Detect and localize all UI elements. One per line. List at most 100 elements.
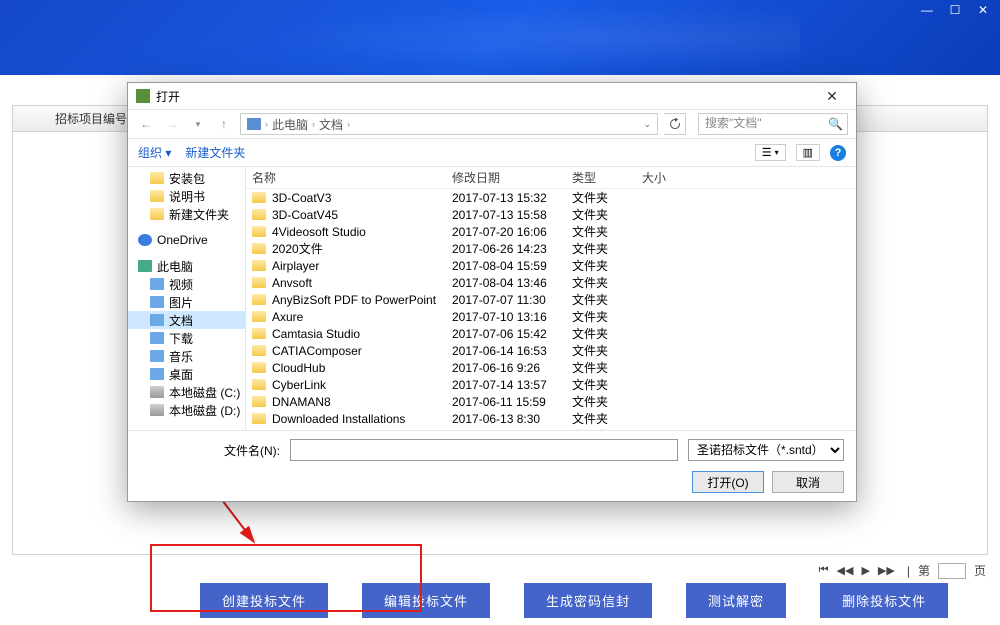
tree-node[interactable]: 本地磁盘 (D:) (128, 401, 245, 419)
edit-bid-button[interactable]: 编辑投标文件 (362, 583, 490, 618)
file-row[interactable]: Airplayer2017-08-04 15:59文件夹 (246, 257, 856, 274)
file-list[interactable]: 名称 修改日期 类型 大小 3D-CoatV32017-07-13 15:32文… (246, 167, 856, 430)
file-row[interactable]: Downloaded Installations2017-06-13 8:30文… (246, 410, 856, 427)
open-file-dialog: 打开 ✕ ← → ▾ ↑ › 此电脑 › 文档 › ⌄ 搜索"文档" 🔍 组织 … (127, 82, 857, 502)
preview-icon: ▥ (803, 146, 813, 159)
test-decrypt-button[interactable]: 测试解密 (686, 583, 786, 618)
file-type-select[interactable]: 圣诺招标文件（*.sntd） (688, 439, 844, 461)
close-button[interactable]: ✕ (976, 3, 990, 17)
maximize-button[interactable]: ☐ (948, 3, 962, 17)
create-bid-button[interactable]: 创建投标文件 (200, 583, 328, 618)
tree-label: 本地磁盘 (C:) (169, 384, 240, 401)
file-name: Anvsoft (272, 276, 312, 290)
file-date: 2017-07-20 16:06 (446, 225, 566, 239)
open-button[interactable]: 打开(O) (692, 471, 764, 493)
file-row[interactable]: CATIAComposer2017-06-14 16:53文件夹 (246, 342, 856, 359)
folder-icon (252, 226, 266, 237)
page-play-icon[interactable]: ▶ (861, 564, 869, 577)
file-row[interactable]: 3D-CoatV452017-07-13 15:58文件夹 (246, 206, 856, 223)
tree-node[interactable]: 此电脑 (128, 257, 245, 275)
tree-node[interactable]: 视频 (128, 275, 245, 293)
file-name: Axure (272, 310, 303, 324)
dialog-nav: ← → ▾ ↑ › 此电脑 › 文档 › ⌄ 搜索"文档" 🔍 (128, 109, 856, 139)
file-date: 2017-07-13 15:32 (446, 191, 566, 205)
tree-node[interactable]: 本地磁盘 (C:) (128, 383, 245, 401)
tree-node[interactable]: 新建文件夹 (128, 205, 245, 223)
file-row[interactable]: AnyBizSoft PDF to PowerPoint2017-07-07 1… (246, 291, 856, 308)
generic-icon (150, 368, 164, 380)
tree-node[interactable]: 桌面 (128, 365, 245, 383)
folder-tree[interactable]: 安装包说明书新建文件夹OneDrive此电脑视频图片文档下载音乐桌面本地磁盘 (… (128, 167, 246, 430)
folder-icon (252, 243, 266, 254)
tree-label: 本地磁盘 (D:) (169, 402, 240, 419)
cancel-button[interactable]: 取消 (772, 471, 844, 493)
file-date: 2017-06-14 16:53 (446, 344, 566, 358)
file-row[interactable]: 4Videosoft Studio2017-07-20 16:06文件夹 (246, 223, 856, 240)
file-row[interactable]: 2020文件2017-06-26 14:23文件夹 (246, 240, 856, 257)
nav-back-icon[interactable]: ← (136, 117, 156, 131)
crumb-root[interactable]: 此电脑 (272, 116, 308, 133)
filename-label: 文件名(N): (140, 442, 280, 459)
col-type[interactable]: 类型 (566, 169, 636, 186)
search-input[interactable]: 搜索"文档" 🔍 (698, 113, 848, 135)
tree-node[interactable]: 音乐 (128, 347, 245, 365)
preview-pane-button[interactable]: ▥ (796, 144, 820, 161)
folder-icon (252, 277, 266, 288)
delete-bid-button[interactable]: 删除投标文件 (820, 583, 948, 618)
file-row[interactable]: Anvsoft2017-08-04 13:46文件夹 (246, 274, 856, 291)
file-name: AnyBizSoft PDF to PowerPoint (272, 293, 436, 307)
help-button[interactable]: ? (830, 145, 846, 161)
breadcrumb[interactable]: › 此电脑 › 文档 › ⌄ (240, 113, 658, 135)
page-prev-icon[interactable]: ◀◀ (837, 564, 854, 577)
tree-node[interactable]: 安装包 (128, 169, 245, 187)
tree-label: 视频 (169, 276, 193, 293)
col-name[interactable]: 名称 (246, 169, 446, 186)
tree-node[interactable]: 图片 (128, 293, 245, 311)
crumb-folder[interactable]: 文档 (319, 116, 343, 133)
generic-icon (150, 296, 164, 308)
nav-forward-icon[interactable]: → (162, 117, 182, 131)
col-size[interactable]: 大小 (636, 169, 706, 186)
file-row[interactable]: CloudHub2017-06-16 9:26文件夹 (246, 359, 856, 376)
file-type: 文件夹 (566, 291, 636, 308)
file-row[interactable]: 3D-CoatV32017-07-13 15:32文件夹 (246, 189, 856, 206)
folder-icon (252, 413, 266, 424)
minimize-button[interactable]: — (920, 3, 934, 17)
tree-node[interactable]: OneDrive (128, 231, 245, 249)
new-folder-button[interactable]: 新建文件夹 (185, 144, 245, 161)
tree-node[interactable]: 文档 (128, 311, 245, 329)
tree-label: 新建文件夹 (169, 206, 229, 223)
col-date[interactable]: 修改日期 (446, 169, 566, 186)
filename-input[interactable] (290, 439, 678, 461)
page-input[interactable] (938, 563, 966, 579)
crumb-dropdown-icon[interactable]: ⌄ (643, 119, 651, 130)
gen-code-button[interactable]: 生成密码信封 (524, 583, 652, 618)
file-type: 文件夹 (566, 223, 636, 240)
dialog-close-button[interactable]: ✕ (812, 88, 852, 105)
tree-label: 图片 (169, 294, 193, 311)
file-row[interactable]: CyberLink2017-07-14 13:57文件夹 (246, 376, 856, 393)
nav-recent-icon[interactable]: ▾ (188, 119, 208, 130)
app-icon (136, 89, 150, 103)
nav-up-icon[interactable]: ↑ (214, 117, 234, 131)
pc-icon (247, 118, 261, 130)
refresh-button[interactable] (664, 113, 686, 135)
organize-button[interactable]: 组织 ▾ (138, 144, 171, 161)
page-first-icon[interactable]: ⏮ (819, 564, 829, 577)
file-type: 文件夹 (566, 410, 636, 427)
file-name: Camtasia Studio (272, 327, 360, 341)
file-name: DNAMAN8 (272, 395, 331, 409)
generic-icon (150, 332, 164, 344)
tree-node[interactable]: 说明书 (128, 187, 245, 205)
file-date: 2017-08-04 13:46 (446, 276, 566, 290)
folder-icon (252, 294, 266, 305)
tree-label: 说明书 (169, 188, 205, 205)
file-row[interactable]: Camtasia Studio2017-07-06 15:42文件夹 (246, 325, 856, 342)
file-date: 2017-08-04 15:59 (446, 259, 566, 273)
file-row[interactable]: Axure2017-07-10 13:16文件夹 (246, 308, 856, 325)
folder-icon (252, 328, 266, 339)
file-row[interactable]: DNAMAN82017-06-11 15:59文件夹 (246, 393, 856, 410)
view-mode-button[interactable]: ☰▾ (755, 144, 786, 161)
tree-node[interactable]: 下载 (128, 329, 245, 347)
page-next-icon[interactable]: ▶▶ (878, 564, 895, 577)
